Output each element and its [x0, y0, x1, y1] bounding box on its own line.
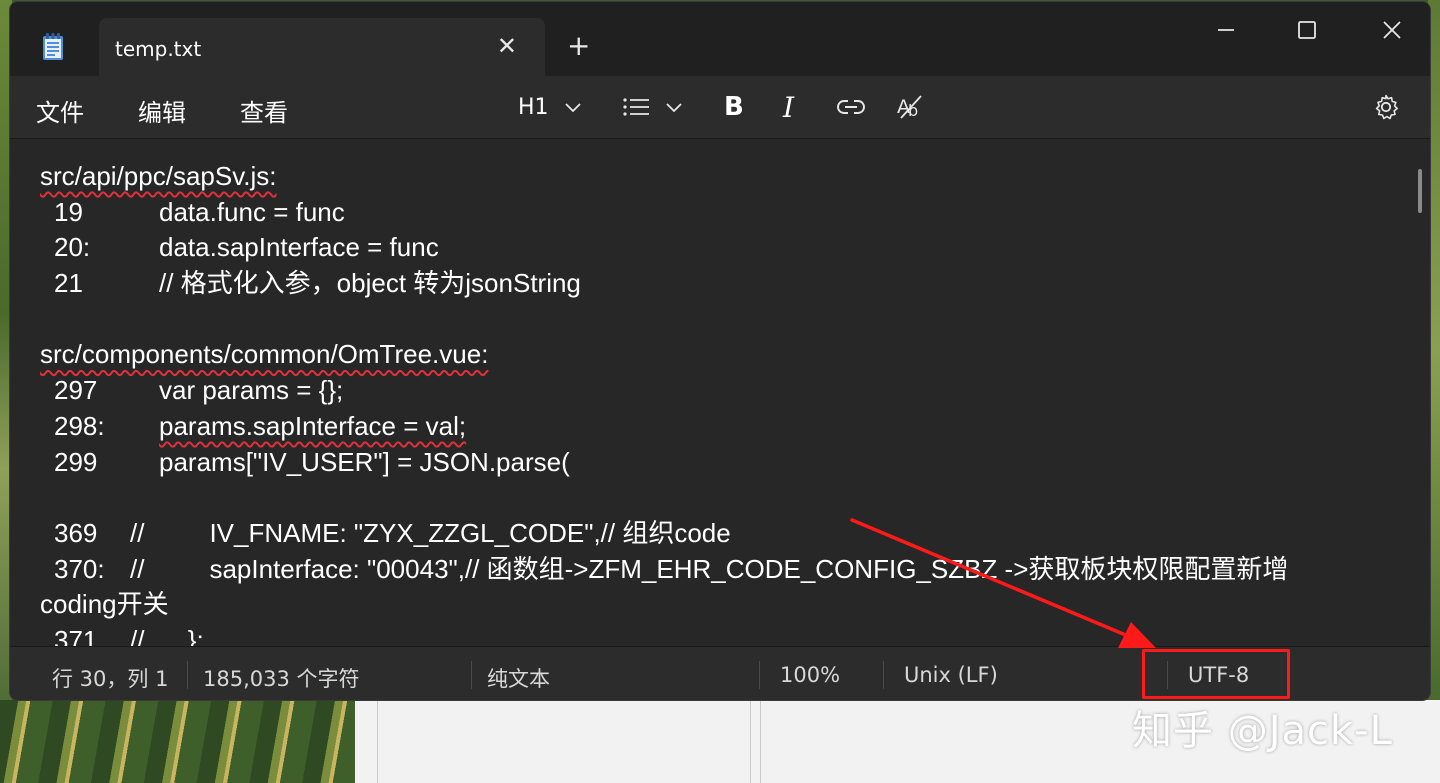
text-line: 298: params.sapInterface = val;	[40, 409, 1400, 445]
maximize-icon[interactable]	[1287, 16, 1327, 46]
title-bar[interactable]: temp.txt ✕ +	[10, 2, 1430, 78]
vertical-scrollbar[interactable]	[1418, 169, 1422, 213]
line-number: 298:	[54, 410, 105, 441]
line-number: 21	[54, 268, 83, 299]
heading-dropdown[interactable]: H1	[518, 90, 583, 124]
text-format[interactable]: 纯文本	[487, 663, 550, 693]
clear-formatting-button[interactable]: A b	[896, 90, 926, 124]
text-line: src/api/ppc/sapSv.js:	[40, 159, 1400, 195]
line-text: data.func = func	[159, 196, 345, 227]
text-line: 369 // IV_FNAME: "ZYX_ZZGL_CODE",// 组织cod…	[40, 516, 1400, 552]
italic-button[interactable]: I	[783, 90, 794, 124]
line-number: 20:	[54, 232, 91, 263]
cursor-position[interactable]: 行 30，列 1	[52, 663, 168, 693]
new-tab-button[interactable]: +	[567, 32, 590, 60]
status-divider	[471, 661, 472, 689]
menu-file[interactable]: 文件	[36, 93, 84, 128]
chevron-down-icon	[564, 103, 581, 113]
settings-button[interactable]	[1372, 90, 1400, 124]
background-panel-divider	[377, 700, 378, 783]
minimize-icon[interactable]	[1206, 16, 1246, 46]
tab-temp-txt[interactable]: temp.txt ✕	[99, 18, 545, 78]
text-line	[40, 302, 1400, 338]
menu-view[interactable]: 查看	[240, 93, 288, 128]
line-text: // };	[130, 624, 204, 646]
background-panel-divider	[760, 700, 761, 783]
text-line: 21 // 格式化入参，object 转为jsonString	[40, 266, 1400, 302]
desktop-background-bottom	[0, 700, 355, 783]
text-line: 20: data.sapInterface = func	[40, 230, 1400, 266]
line-number: 371	[54, 624, 98, 646]
line-text: data.sapInterface = func	[159, 232, 439, 263]
tab-title: temp.txt	[115, 37, 202, 61]
bulleted-list-icon	[623, 98, 649, 116]
line-text: // 格式化入参，object 转为jsonString	[159, 268, 581, 299]
line-text: var params = {};	[159, 375, 344, 406]
line-ending[interactable]: Unix (LF)	[904, 663, 998, 687]
text-line: src/components/common/OmTree.vue:	[40, 337, 1400, 373]
italic-icon: I	[783, 90, 795, 124]
line-text: src/api/ppc/sapSv.js:	[40, 161, 277, 191]
close-window-icon[interactable]	[1372, 16, 1412, 46]
line-text: coding开关	[40, 589, 169, 620]
line-number: 369	[54, 517, 98, 548]
notepad-window: temp.txt ✕ + 文件 编辑 查看 H1 B I A b src/api…	[10, 2, 1430, 700]
chevron-down-icon	[666, 103, 682, 113]
line-text: params["IV_USER"] = JSON.parse(	[159, 446, 570, 477]
encoding-highlight-box	[1142, 649, 1290, 699]
link-button[interactable]	[836, 90, 866, 124]
line-number: 370:	[54, 553, 105, 584]
menu-bar: 文件 编辑 查看 H1 B I A b	[10, 76, 1430, 139]
clear-formatting-icon: A b	[897, 95, 922, 120]
status-bar: 行 30，列 1 185,033 个字符 纯文本 100% Unix (LF) …	[10, 646, 1430, 700]
character-count: 185,033 个字符	[203, 667, 360, 691]
list-dropdown[interactable]	[622, 90, 684, 124]
status-divider	[187, 661, 188, 689]
zhihu-watermark: 知乎 @Jack-L	[1132, 708, 1393, 754]
editor-content[interactable]: src/api/ppc/sapSv.js: 19 data.func = func…	[40, 159, 1400, 646]
line-text: params.sapInterface = val;	[159, 410, 467, 441]
text-line	[40, 480, 1400, 516]
text-editor[interactable]: src/api/ppc/sapSv.js: 19 data.func = func…	[10, 139, 1430, 646]
text-line: 371 // };	[40, 623, 1400, 646]
line-number: 297	[54, 375, 98, 406]
heading-label: H1	[518, 94, 549, 120]
line-text: src/components/common/OmTree.vue:	[40, 339, 489, 370]
menu-edit[interactable]: 编辑	[138, 93, 186, 128]
text-line: 299 params["IV_USER"] = JSON.parse(	[40, 445, 1400, 481]
zoom-level[interactable]: 100%	[780, 663, 840, 687]
gear-icon	[1375, 94, 1398, 120]
background-panel-divider	[750, 700, 751, 783]
line-text: // IV_FNAME: "ZYX_ZZGL_CODE",// 组织code	[130, 517, 731, 548]
text-line: coding开关	[40, 587, 1400, 623]
link-icon	[837, 100, 865, 114]
text-line: 297 var params = {};	[40, 373, 1400, 409]
notepad-app-icon	[43, 33, 63, 60]
line-number: 19	[54, 196, 83, 227]
text-line: 19 data.func = func	[40, 195, 1400, 231]
line-number: 299	[54, 446, 98, 477]
status-divider	[883, 661, 884, 689]
bold-button[interactable]: B	[724, 90, 744, 124]
bold-icon: B	[724, 92, 744, 122]
status-divider	[759, 661, 760, 689]
line-text: // sapInterface: "00043",// 函数组->ZFM_EHR…	[130, 553, 1289, 584]
tab-close-icon[interactable]: ✕	[497, 34, 517, 58]
text-line: 370: // sapInterface: "00043",// 函数组->ZFM…	[40, 552, 1400, 588]
